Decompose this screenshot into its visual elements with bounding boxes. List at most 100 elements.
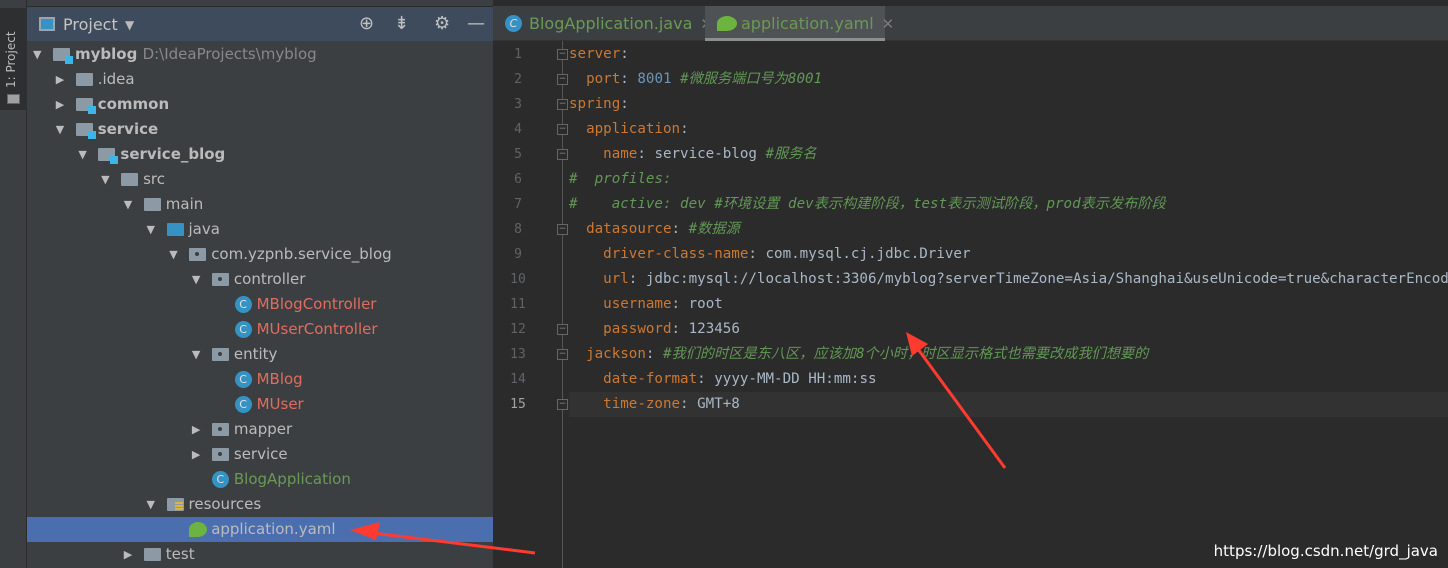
tree-item-mblog[interactable]: C MBlog	[27, 367, 493, 392]
code-line[interactable]: port: 8001 #微服务端口号为8001	[569, 67, 1448, 92]
tree-item-entity[interactable]: ▼ entity	[27, 342, 493, 367]
code-line[interactable]: application:	[569, 117, 1448, 142]
expanded-arrow-icon[interactable]: ▼	[192, 267, 200, 292]
tree-item-label: entity	[234, 342, 278, 367]
locate-icon[interactable]: ⊕	[359, 13, 374, 34]
punctuation	[569, 221, 586, 237]
tree-item-java[interactable]: ▼ java	[27, 217, 493, 242]
code-line[interactable]: spring:	[569, 92, 1448, 117]
fold-marker-icon[interactable]: −	[557, 399, 568, 410]
item-name: controller	[233, 270, 306, 288]
expanded-arrow-icon[interactable]: ▼	[101, 167, 109, 192]
yaml-value: 123456	[688, 321, 740, 337]
code-line[interactable]: name: service-blog #服务名	[569, 142, 1448, 167]
item-name: service	[233, 445, 288, 463]
tree-item-idea[interactable]: ▶ .idea	[27, 67, 493, 92]
tree-item-service[interactable]: ▶ service	[27, 442, 493, 467]
close-icon[interactable]: ✕	[882, 15, 895, 33]
yaml-key: password	[603, 321, 672, 337]
yaml-value: GMT+8	[697, 396, 740, 412]
tree-item-src[interactable]: ▼ src	[27, 167, 493, 192]
line-number: 1	[514, 47, 522, 62]
tab-application-yaml[interactable]: application.yaml ✕	[705, 6, 894, 41]
fold-marker-icon[interactable]: −	[557, 49, 568, 60]
tree-item-blogapplication[interactable]: C BlogApplication	[27, 467, 493, 492]
tree-item-test[interactable]: ▶ test	[27, 542, 493, 567]
collapsed-arrow-icon[interactable]: ▶	[124, 542, 132, 567]
fold-marker-icon[interactable]: −	[557, 124, 568, 135]
package-icon	[211, 423, 229, 436]
tree-item-label: mapper	[234, 417, 292, 442]
expanded-arrow-icon[interactable]: ▼	[33, 42, 41, 67]
fold-marker-icon[interactable]: −	[557, 74, 568, 85]
yaml-comment: #微服务端口号为8001	[680, 71, 823, 87]
fold-marker-icon[interactable]: −	[557, 149, 568, 160]
punctuation	[569, 146, 603, 162]
chevron-down-icon[interactable]: ▼	[125, 18, 134, 32]
package-icon	[189, 248, 207, 261]
tree-item-application-yaml[interactable]: application.yaml	[27, 517, 493, 542]
tree-item-controller[interactable]: ▼ controller	[27, 267, 493, 292]
spring-yaml-icon	[189, 522, 208, 537]
code-line[interactable]: url: jdbc:mysql://localhost:3306/myblog?…	[569, 267, 1448, 292]
expanded-arrow-icon[interactable]: ▼	[192, 342, 200, 367]
tree-item-main[interactable]: ▼ main	[27, 192, 493, 217]
fold-marker-icon[interactable]: −	[557, 99, 568, 110]
expanded-arrow-icon[interactable]: ▼	[147, 492, 155, 517]
code-line[interactable]: username: root	[569, 292, 1448, 317]
code-line[interactable]: date-format: yyyy-MM-DD HH:mm:ss	[569, 367, 1448, 392]
yaml-comment: #我们的时区是东八区，应该加8个小时，时区显示格式也需要改成我们想要的	[662, 346, 1149, 362]
tab-blog-application-java[interactable]: C BlogApplication.java✕	[493, 6, 713, 41]
yaml-key: jackson	[586, 346, 646, 362]
tree-item-myblog[interactable]: ▼ myblog D:\IdeaProjects\myblog	[27, 42, 493, 67]
yaml-key: spring	[569, 96, 621, 112]
fold-marker-icon[interactable]: −	[557, 224, 568, 235]
expanded-arrow-icon[interactable]: ▼	[169, 242, 177, 267]
code-line[interactable]: # profiles:	[569, 167, 1448, 192]
collapsed-arrow-icon[interactable]: ▶	[192, 417, 200, 442]
tree-item-mapper[interactable]: ▶ mapper	[27, 417, 493, 442]
fold-marker-icon[interactable]: −	[557, 324, 568, 335]
collapse-all-icon[interactable]: ⇟	[394, 13, 409, 34]
tree-item-label: MUser	[257, 392, 304, 417]
code-line[interactable]: server:	[569, 42, 1448, 67]
tree-item-mblogcontroller[interactable]: C MBlogController	[27, 292, 493, 317]
line-number: 11	[510, 297, 526, 312]
fold-marker-icon[interactable]: −	[557, 349, 568, 360]
code-line[interactable]: time-zone: GMT+8	[569, 392, 1448, 417]
tree-item-musercontroller[interactable]: C MUserController	[27, 317, 493, 342]
code-line[interactable]: password: 123456	[569, 317, 1448, 342]
expanded-arrow-icon[interactable]: ▼	[124, 192, 132, 217]
tree-item-resources[interactable]: ▼ resources	[27, 492, 493, 517]
code-line[interactable]: # active: dev #环境设置 dev表示构建阶段，test表示测试阶段…	[569, 192, 1448, 217]
tree-item-com-yzpnb-service-blog[interactable]: ▼ com.yzpnb.service_blog	[27, 242, 493, 267]
expanded-arrow-icon[interactable]: ▼	[56, 117, 64, 142]
tab-label: BlogApplication.java	[529, 14, 693, 33]
collapsed-arrow-icon[interactable]: ▶	[56, 92, 64, 117]
item-name: test	[165, 545, 195, 563]
line-number: 14	[510, 372, 526, 387]
item-name: resources	[188, 495, 262, 513]
punctuation: :	[671, 321, 689, 337]
code-line[interactable]: driver-class-name: com.mysql.cj.jdbc.Dri…	[569, 242, 1448, 267]
tree-item-service-blog[interactable]: ▼ service_blog	[27, 142, 493, 167]
project-view-selector[interactable]: Project	[63, 15, 118, 34]
yaml-comment: #服务名	[765, 146, 817, 162]
project-tool-tab[interactable]: 1: Project	[0, 8, 27, 110]
code-line[interactable]: jackson: #我们的时区是东八区，应该加8个小时，时区显示格式也需要改成我…	[569, 342, 1448, 367]
tree-item-service[interactable]: ▼ service	[27, 117, 493, 142]
gear-icon[interactable]: ⚙	[434, 13, 450, 34]
tree-item-muser[interactable]: C MUser	[27, 392, 493, 417]
expanded-arrow-icon[interactable]: ▼	[78, 142, 86, 167]
folder-icon	[75, 73, 93, 86]
expanded-arrow-icon[interactable]: ▼	[147, 217, 155, 242]
punctuation: :	[645, 346, 663, 362]
item-name: .idea	[97, 70, 135, 88]
tree-item-common[interactable]: ▶ common	[27, 92, 493, 117]
code-line[interactable]: datasource: #数据源	[569, 217, 1448, 242]
punctuation: :	[637, 146, 655, 162]
minimize-icon[interactable]: —	[467, 13, 485, 34]
package-icon	[211, 448, 229, 461]
collapsed-arrow-icon[interactable]: ▶	[192, 442, 200, 467]
collapsed-arrow-icon[interactable]: ▶	[56, 67, 64, 92]
